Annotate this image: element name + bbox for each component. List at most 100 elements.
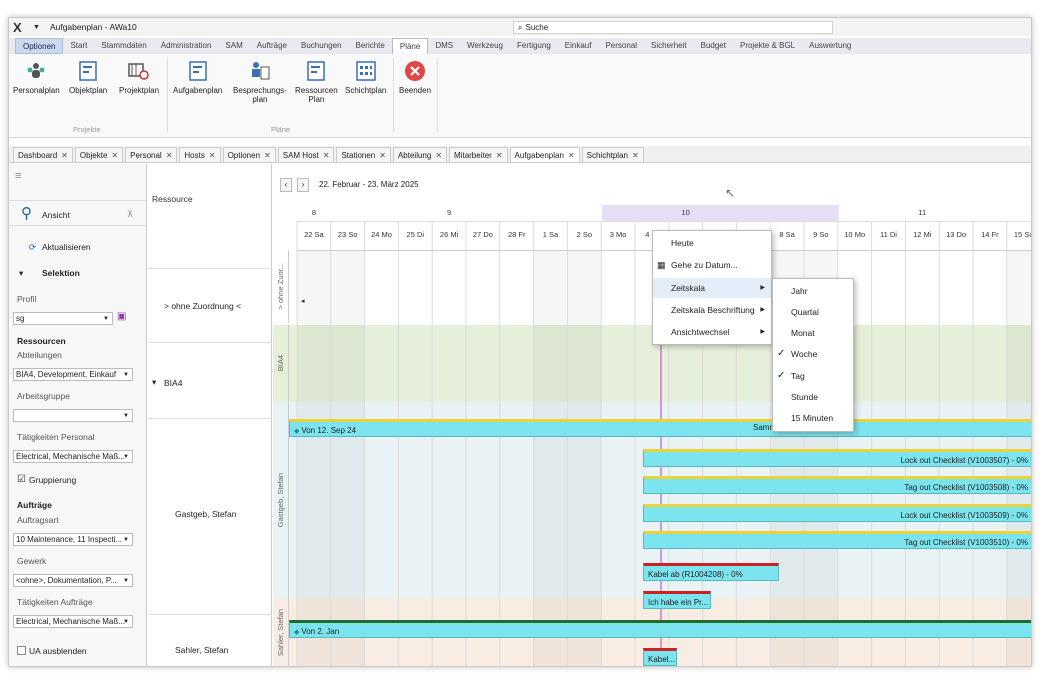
close-tab-icon[interactable]: ✕ [568,148,575,162]
document-tab[interactable]: Schichtplan ✕ [581,147,644,162]
menu-item-zeitskala-beschriftung[interactable]: Zeitskala Beschriftung ▶ [653,300,771,320]
document-tab[interactable]: Objekte ✕ [74,147,124,162]
ribbon-tab[interactable]: Optionen [15,38,64,54]
task-bar-tag1[interactable]: Tag out Checklist (V1003508) - 0% [643,476,1031,494]
resource-ohne-zuordnung[interactable]: > ohne Zuordnung < [164,301,241,311]
menu-item-ansichtwechsel[interactable]: Ansichtwechsel ▶ [653,322,771,342]
ribbon-tab[interactable]: Berichte [349,38,392,54]
expand-icon[interactable]: ▾ [152,377,156,388]
aufgabenplan-button[interactable]: Aufgabenplan [173,60,222,95]
task-bar-lock2[interactable]: Lock out Checklist (V1003509) - 0% [643,504,1031,522]
ribbon-tab[interactable]: Projekte & BGL [733,38,802,54]
ribbon-tab[interactable]: Sicherheit [644,38,694,54]
ribbon-tab[interactable]: Werkzeug [460,38,510,54]
document-tab[interactable]: Personal ✕ [125,147,178,162]
ribbon-tab[interactable]: Aufträge [250,38,294,54]
task-bar-von-jan[interactable]: ◆ Von 2. Jan [289,620,1031,638]
left-filter-panel: ≡ ⚲ Ansicht ⊼ ⟳ Aktualisieren ▾ Selektio… [9,164,147,666]
submenu-item-jahr[interactable]: Jahr [773,281,853,301]
resource-gastgeb[interactable]: Gastgeb, Stefan [175,509,236,519]
document-tab[interactable]: Stationen ✕ [336,147,391,162]
aktualisieren-button[interactable]: Aktualisieren [42,242,91,252]
close-circle-icon [404,60,426,82]
ribbon-tab[interactable]: Pläne [391,38,429,54]
abteilungen-select[interactable]: BIA4, Development, Einkauf ▼ [13,368,133,381]
submenu-item-15-minuten[interactable]: 15 Minuten [773,408,853,428]
document-tab[interactable]: Mitarbeiter ✕ [449,147,508,162]
ribbon-tab[interactable]: DMS [428,38,460,54]
ressourcenplan-button[interactable]: Ressourcen Plan [295,60,338,104]
task-bar-kabel2[interactable]: Kabel... [643,648,677,666]
close-tab-icon[interactable]: ✕ [111,148,118,162]
taetigkeiten-personal-select[interactable]: Electrical, Mechanische Maß... ▼ [13,450,133,463]
document-tab[interactable]: Optionen ✕ [222,147,276,162]
document-tab[interactable]: Aufgabenplan ✕ [509,147,580,162]
schichtplan-button[interactable]: Schichtplan [345,60,386,95]
objektplan-button[interactable]: Objektplan [69,60,107,95]
document-tab[interactable]: SAM Host ✕ [277,147,335,162]
projektplan-button[interactable]: Projektplan [119,60,159,95]
resource-bia4[interactable]: BIA4 [164,378,182,388]
ribbon-tab[interactable]: Budget [694,38,733,54]
document-tab[interactable]: Dashboard ✕ [13,147,73,162]
menu-item-zeitskala[interactable]: Zeitskala ▶ [653,278,771,298]
save-icon[interactable]: ▣ [117,311,126,322]
close-tab-icon[interactable]: ✕ [264,148,271,162]
search-input[interactable]: ⌕ Suche [513,21,833,34]
submenu-item-quartal[interactable]: Quartal [773,302,853,322]
document-tab[interactable]: Hosts ✕ [179,147,221,162]
close-tab-icon[interactable]: ✕ [166,148,173,162]
dropdown-arrow-icon[interactable]: ▼ [33,24,40,31]
close-tab-icon[interactable]: ✕ [379,148,386,162]
vlabel-bia4: BIA4 [273,325,289,402]
task-bar-ich[interactable]: Ich habe ein Pr... [643,591,711,609]
auftragsart-select[interactable]: 10 Maintenance, 11 Inspecti... ▼ [13,533,133,546]
close-tab-icon[interactable]: ✕ [209,148,216,162]
arbeitsgruppe-select[interactable]: ▼ [13,409,133,422]
task-bar-label: Ich habe ein Pr... [648,598,709,607]
ribbon-tab[interactable]: Buchungen [294,38,348,54]
document-tab[interactable]: Abteilung ✕ [392,147,448,162]
beenden-button[interactable]: Beenden [399,60,431,95]
ua-ausblenden-checkbox[interactable] [17,646,26,655]
ribbon-tab[interactable]: Start [63,38,94,54]
ribbon-tab[interactable]: Administration [154,38,219,54]
close-tab-icon[interactable]: ✕ [632,148,639,162]
besprechungsplan-label-1: Besprechungs- [233,86,287,95]
menu-item-heute[interactable]: Heute [653,233,771,253]
close-tab-icon[interactable]: ✕ [323,148,330,162]
scroll-left-marker-icon[interactable]: ◂ [301,297,305,305]
gruppierung-checkbox[interactable]: ☑ [17,474,26,485]
submenu-item-woche[interactable]: ✓ Woche [773,344,853,364]
menu-item-gehe-zu-datum[interactable]: ▦ Gehe zu Datum... [653,255,771,275]
close-tab-icon[interactable]: ✕ [61,148,68,162]
submenu-item-monat[interactable]: Monat [773,323,853,343]
gewerk-value: <ohne>, Dokumentation, P... [16,576,117,585]
ribbon-tab[interactable]: Personal [598,38,644,54]
task-bar-tag2[interactable]: Tag out Checklist (V1003510) - 0% [643,531,1031,549]
submenu-item-stunde[interactable]: Stunde [773,387,853,407]
ribbon-tab[interactable]: Auswertung [802,38,858,54]
resource-sahler[interactable]: Sahler, Stefan [175,645,228,655]
day-label: 10 Mo [837,221,872,251]
taetigkeiten-auftraege-select[interactable]: Electrical, Mechanische Maß... ▼ [13,615,133,628]
close-tab-icon[interactable]: ✕ [435,148,442,162]
profil-select[interactable]: sg ▼ [13,312,113,325]
task-bar-lock1[interactable]: Lock out Checklist (V1003507) - 0% [643,449,1031,467]
gewerk-select[interactable]: <ohne>, Dokumentation, P... ▼ [13,574,133,587]
besprechungsplan-button[interactable]: Besprechungs- plan [233,60,287,104]
personalplan-button[interactable]: Personalplan [13,60,60,95]
ribbon-tab[interactable]: SAM [218,38,249,54]
pin-icon[interactable]: ⊼ [127,209,133,220]
prev-button[interactable]: ‹ [280,178,292,192]
ribbon-tab[interactable]: Fertigung [510,38,558,54]
task-bar-kabel[interactable]: Kabel ab (R1004208) - 0% [643,563,779,581]
hamburger-menu-icon[interactable]: ≡ [15,170,21,182]
next-button[interactable]: › [297,178,309,192]
ribbon-tab[interactable]: Einkauf [558,38,599,54]
submenu-item-tag[interactable]: ✓ Tag [773,366,853,386]
menu-label: Woche [791,349,818,359]
close-tab-icon[interactable]: ✕ [496,148,503,162]
ribbon-tab[interactable]: Stammdaten [94,38,153,54]
collapse-icon[interactable]: ▾ [19,268,23,279]
